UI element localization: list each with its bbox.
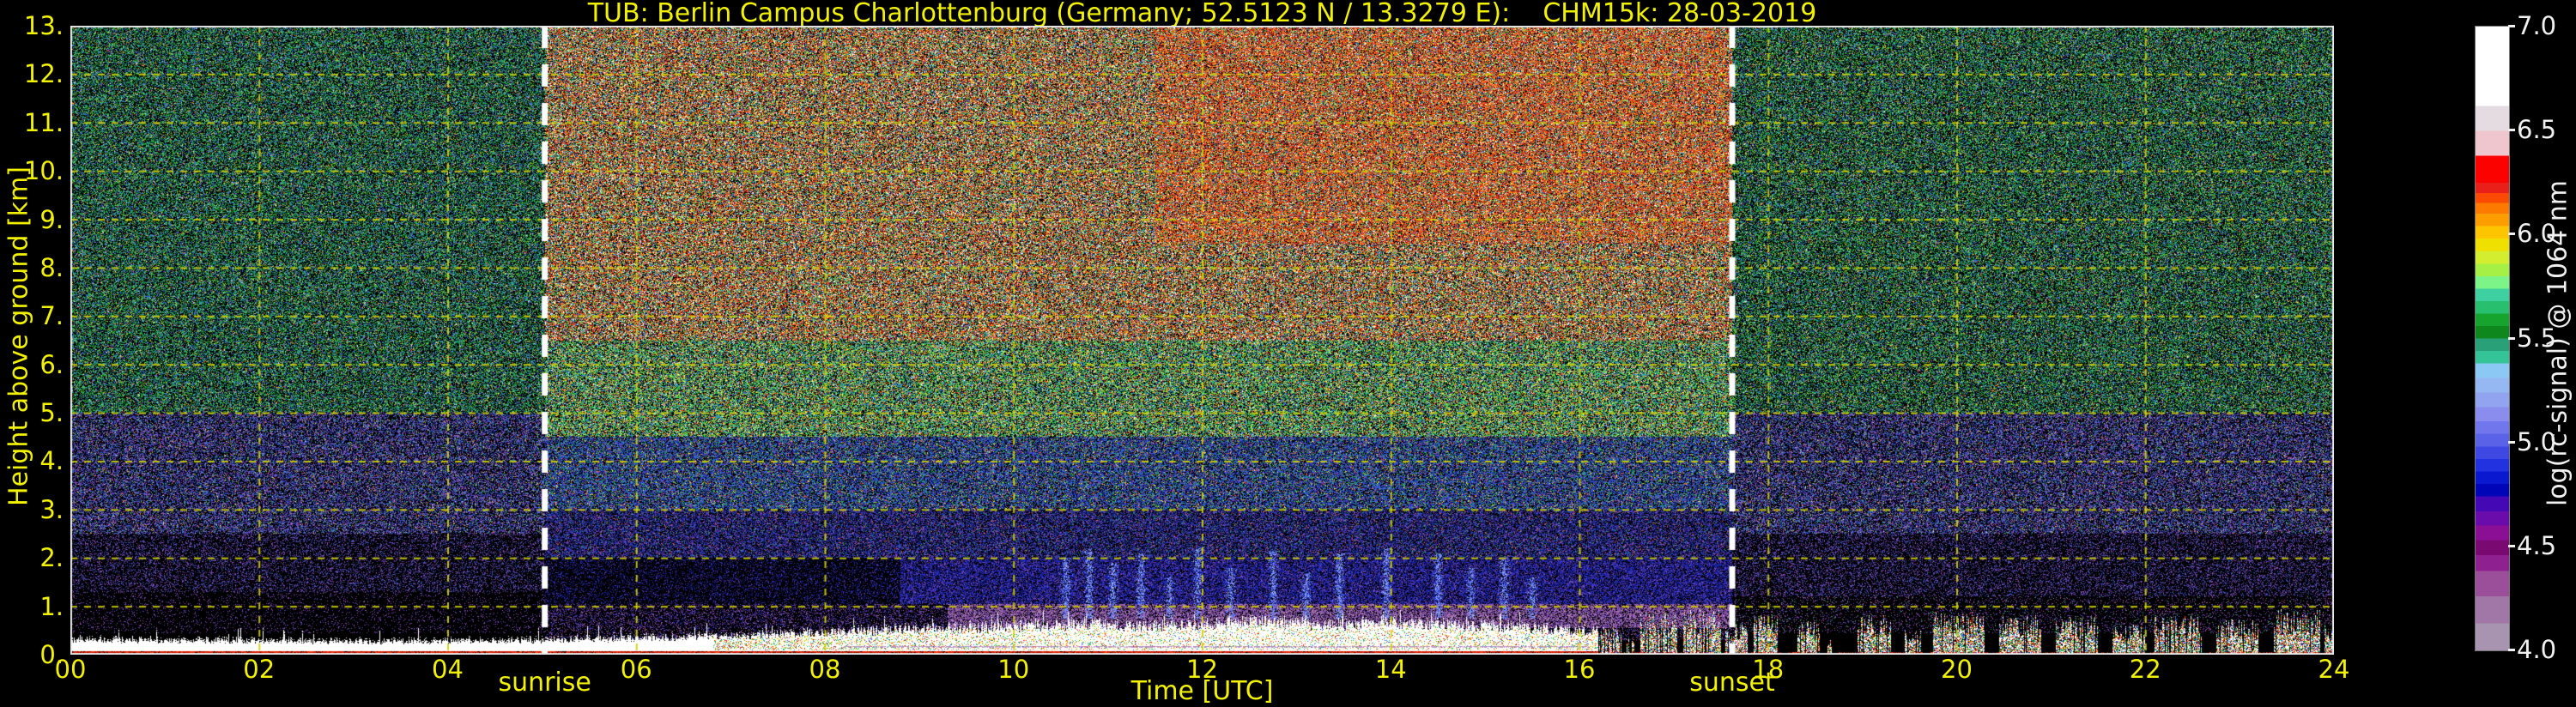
colorbar-tick-mark <box>2508 25 2515 27</box>
colorbar-tick-mark <box>2508 441 2515 444</box>
y-tick-label: 0. <box>0 640 64 669</box>
colorbar-tick-mark <box>2508 337 2515 340</box>
colorbar-tick-label: 5.0 <box>2517 428 2576 456</box>
y-tick-label: 1. <box>0 592 64 621</box>
colorbar-tick-mark <box>2508 233 2515 235</box>
y-tick-label: 8. <box>0 253 64 282</box>
x-tick-label: 14 <box>1375 657 1407 682</box>
x-tick-label: 02 <box>243 657 275 682</box>
x-tick-label: 08 <box>809 657 841 682</box>
ceilometer-quicklook: TUB: Berlin Campus Charlottenburg (Germa… <box>0 0 2576 707</box>
y-tick-label: 3. <box>0 495 64 524</box>
y-tick-label: 2. <box>0 543 64 572</box>
x-tick-label: 16 <box>1564 657 1596 682</box>
y-tick-label: 5. <box>0 398 64 427</box>
colorbar-tick-mark <box>2508 545 2515 547</box>
colorbar-tick-label: 7.0 <box>2517 12 2576 39</box>
colorbar-gradient <box>2476 27 2509 650</box>
heatmap-canvas <box>70 26 2334 655</box>
x-tick-label: 20 <box>1941 657 1973 682</box>
y-tick-label: 4. <box>0 446 64 475</box>
y-tick-label: 9. <box>0 205 64 234</box>
y-tick-label: 13. <box>0 11 64 40</box>
x-tick-label: 04 <box>432 657 464 682</box>
colorbar-tick-label: 6.0 <box>2517 220 2576 247</box>
y-tick-label: 11. <box>0 108 64 137</box>
chart-title: TUB: Berlin Campus Charlottenburg (Germa… <box>70 1 2334 27</box>
colorbar-tick-label: 4.0 <box>2517 636 2576 663</box>
colorbar-tick-label: 6.5 <box>2517 116 2576 143</box>
x-tick-label: 22 <box>2130 657 2161 682</box>
y-tick-label: 6. <box>0 350 64 379</box>
y-tick-label: 10. <box>0 156 64 185</box>
x-tick-label: 06 <box>621 657 652 682</box>
x-tick-label: 18 <box>1752 657 1784 682</box>
colorbar-tick-label: 4.5 <box>2517 532 2576 559</box>
colorbar-tick-mark <box>2508 649 2515 651</box>
y-tick-label: 7. <box>0 301 64 330</box>
x-tick-label: 24 <box>2318 657 2350 682</box>
sunrise-annotation: sunrise <box>498 670 591 696</box>
colorbar <box>2475 26 2510 651</box>
x-tick-label: 10 <box>997 657 1029 682</box>
colorbar-tick-mark <box>2508 129 2515 131</box>
x-tick-label: 12 <box>1186 657 1218 682</box>
y-tick-label: 12. <box>0 59 64 88</box>
colorbar-tick-label: 5.5 <box>2517 324 2576 352</box>
